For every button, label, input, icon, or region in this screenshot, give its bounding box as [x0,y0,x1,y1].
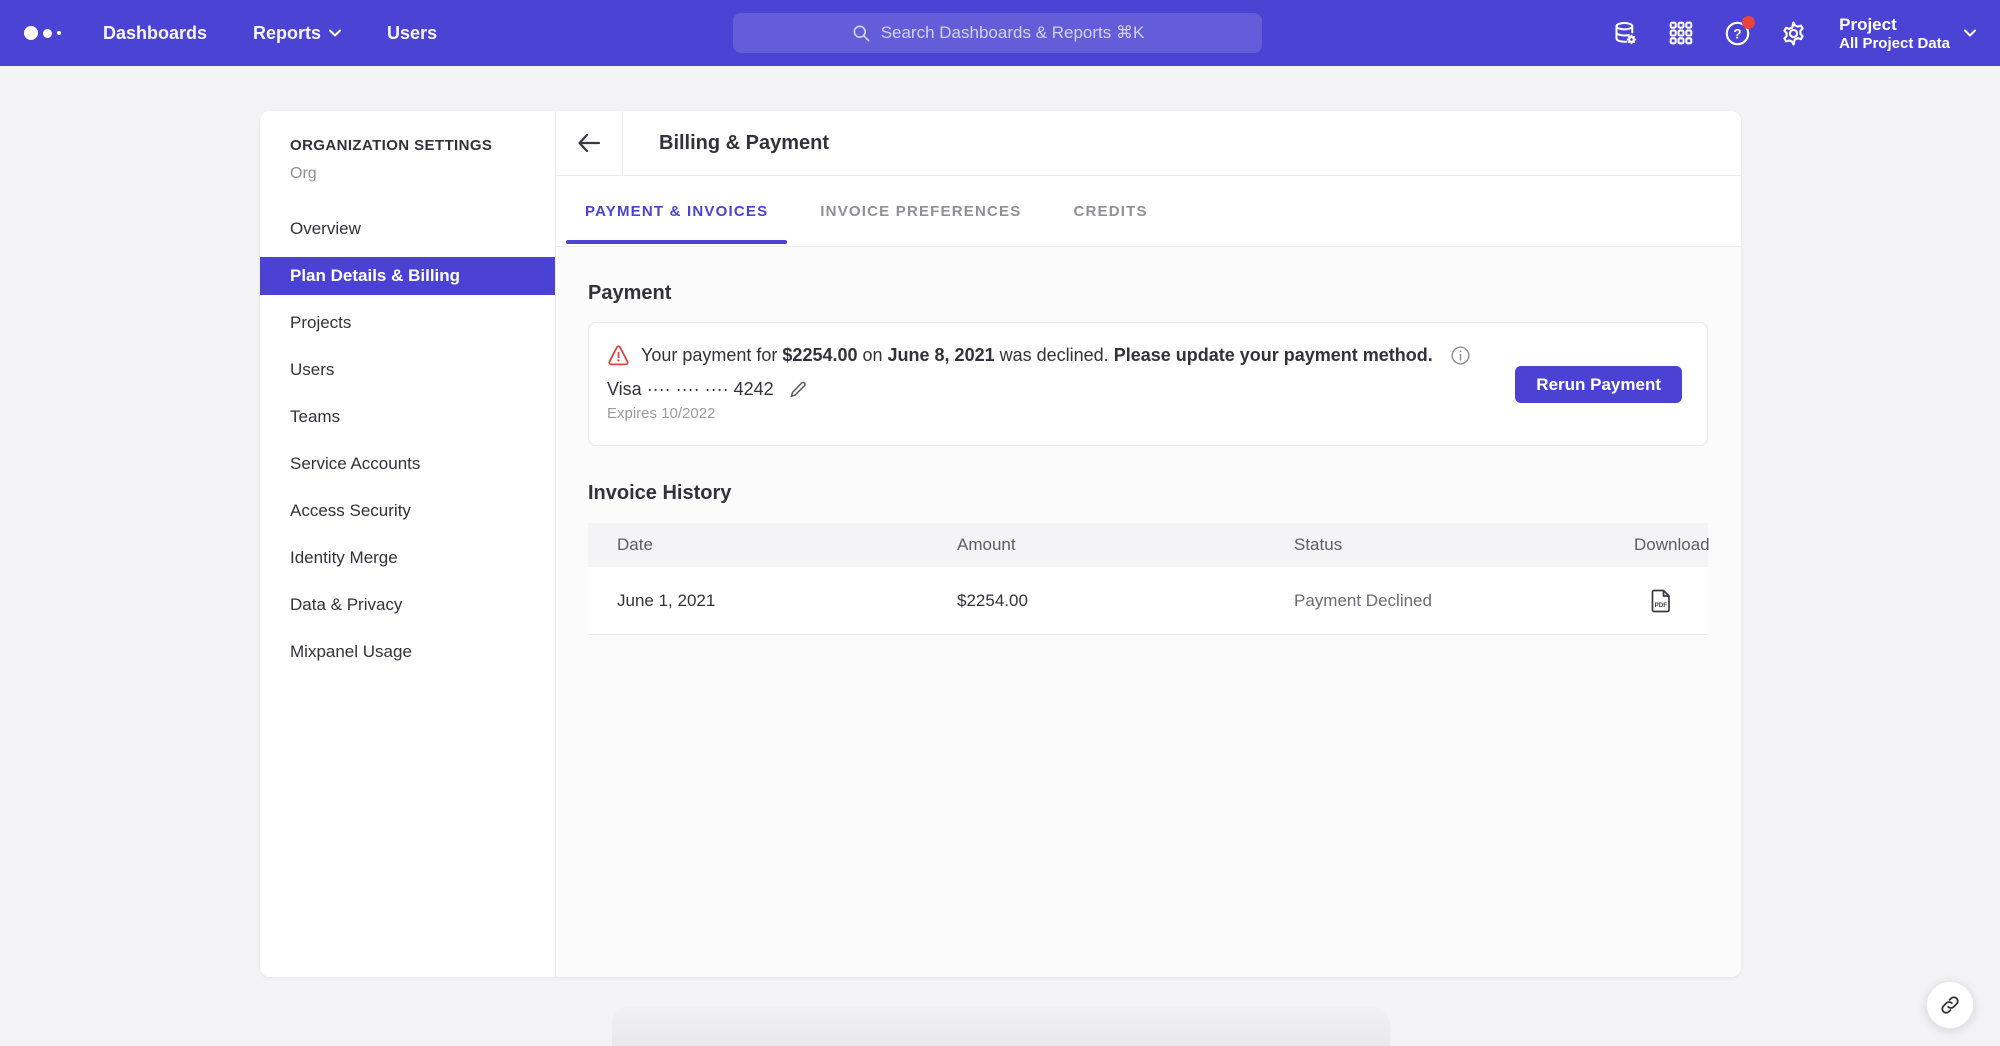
cell-date: June 1, 2021 [617,591,957,611]
card-expiry: Expires 10/2022 [607,405,1707,422]
chevron-down-icon [329,29,341,37]
logo-dot-small [57,31,61,35]
logo-dot-large [24,26,38,40]
main-content: Billing & Payment PAYMENT & INVOICES INV… [556,111,1741,977]
payment-alert: Your payment for $2254.00 on June 8, 202… [607,345,1707,366]
back-arrow-icon [577,133,601,153]
invoice-history-title: Invoice History [588,482,1708,505]
chevron-down-icon [1964,29,1976,37]
project-selector[interactable]: Project All Project Data [1839,15,1976,52]
settings-card: ORGANIZATION SETTINGS Org Overview Plan … [260,111,1741,977]
back-button[interactable] [556,111,623,175]
alert-pre: Your payment for [641,345,782,365]
sidebar-nav: Overview Plan Details & Billing Projects… [260,210,555,671]
settings-gear-icon[interactable] [1779,19,1807,47]
edit-card-icon[interactable] [788,380,808,400]
sidebar-item-identity-merge[interactable]: Identity Merge [260,539,555,577]
page-title: Billing & Payment [659,132,829,155]
nav-link-reports[interactable]: Reports [253,23,341,44]
sidebar-item-users[interactable]: Users [260,351,555,389]
project-value: All Project Data [1839,35,1950,52]
alert-update: Please update your payment method. [1114,345,1433,365]
copy-link-button[interactable] [1926,981,1974,1029]
tab-payment-invoices[interactable]: PAYMENT & INVOICES [566,176,787,246]
app-root: Dashboards Reports Users Search Dashboar… [0,0,2000,1046]
cell-amount: $2254.00 [957,591,1294,611]
alert-on: on [858,345,888,365]
sidebar-item-plan-details-billing[interactable]: Plan Details & Billing [260,257,555,295]
link-icon [1939,994,1961,1016]
sidebar-item-data-privacy[interactable]: Data & Privacy [260,586,555,624]
search-placeholder: Search Dashboards & Reports ⌘K [881,23,1145,43]
tab-bar: PAYMENT & INVOICES INVOICE PREFERENCES C… [556,176,1741,247]
sidebar-item-mixpanel-usage[interactable]: Mixpanel Usage [260,633,555,671]
data-management-icon[interactable] [1611,19,1639,47]
nav-link-dashboards[interactable]: Dashboards [103,23,207,44]
mixpanel-logo-icon[interactable] [24,26,61,40]
project-selector-text: Project All Project Data [1839,15,1950,52]
org-name: Org [290,165,555,183]
sidebar-item-service-accounts[interactable]: Service Accounts [260,445,555,483]
payment-section-title: Payment [588,282,1708,305]
payment-card: Your payment for $2254.00 on June 8, 202… [588,322,1708,446]
search-icon [851,23,871,43]
warning-icon [607,345,630,366]
nav-right-group: ? Project All Project Data [1611,0,1976,66]
nav-links: Dashboards Reports Users [103,23,437,44]
sidebar-item-teams[interactable]: Teams [260,398,555,436]
pdf-icon-label: PDF [1655,602,1668,609]
cell-status: Payment Declined [1294,591,1634,611]
alert-date: June 8, 2021 [888,345,995,365]
rerun-payment-button[interactable]: Rerun Payment [1515,366,1682,403]
content-body: Payment Your payment for $2254.00 on Jun… [556,247,1741,635]
table-row: June 1, 2021 $2254.00 Payment Declined P… [588,567,1708,635]
project-label: Project [1839,15,1950,35]
bottom-peek-bar [612,1006,1390,1046]
content-header: Billing & Payment [556,111,1741,176]
sidebar-item-overview[interactable]: Overview [260,210,555,248]
help-icon[interactable]: ? [1723,19,1751,47]
settings-sidebar: ORGANIZATION SETTINGS Org Overview Plan … [260,111,556,977]
svg-text:?: ? [1733,26,1741,41]
alert-declined: was declined. [995,345,1114,365]
col-amount: Amount [957,535,1294,555]
sidebar-item-access-security[interactable]: Access Security [260,492,555,530]
notification-badge [1742,16,1755,29]
tab-invoice-preferences[interactable]: INVOICE PREFERENCES [801,176,1040,246]
top-navbar: Dashboards Reports Users Search Dashboar… [0,0,2000,66]
alert-text: Your payment for $2254.00 on June 8, 202… [641,345,1433,366]
sidebar-section-title: ORGANIZATION SETTINGS [290,137,555,154]
tab-credits[interactable]: CREDITS [1054,176,1166,246]
col-date: Date [617,535,957,555]
alert-amount: $2254.00 [782,345,857,365]
apps-grid-icon[interactable] [1667,19,1695,47]
col-status: Status [1294,535,1634,555]
card-number: Visa ···· ···· ···· 4242 [607,379,774,400]
col-download: Download [1634,535,1715,555]
download-pdf-icon[interactable]: PDF [1650,589,1708,613]
nav-link-reports-label: Reports [253,23,321,44]
sidebar-item-projects[interactable]: Projects [260,304,555,342]
invoice-table: Date Amount Status Download June 1, 2021… [588,523,1708,635]
search-input[interactable]: Search Dashboards & Reports ⌘K [733,13,1262,53]
invoice-table-header: Date Amount Status Download [588,523,1708,567]
nav-link-users[interactable]: Users [387,23,437,44]
logo-dot-medium [43,29,52,38]
info-icon[interactable] [1450,345,1471,366]
